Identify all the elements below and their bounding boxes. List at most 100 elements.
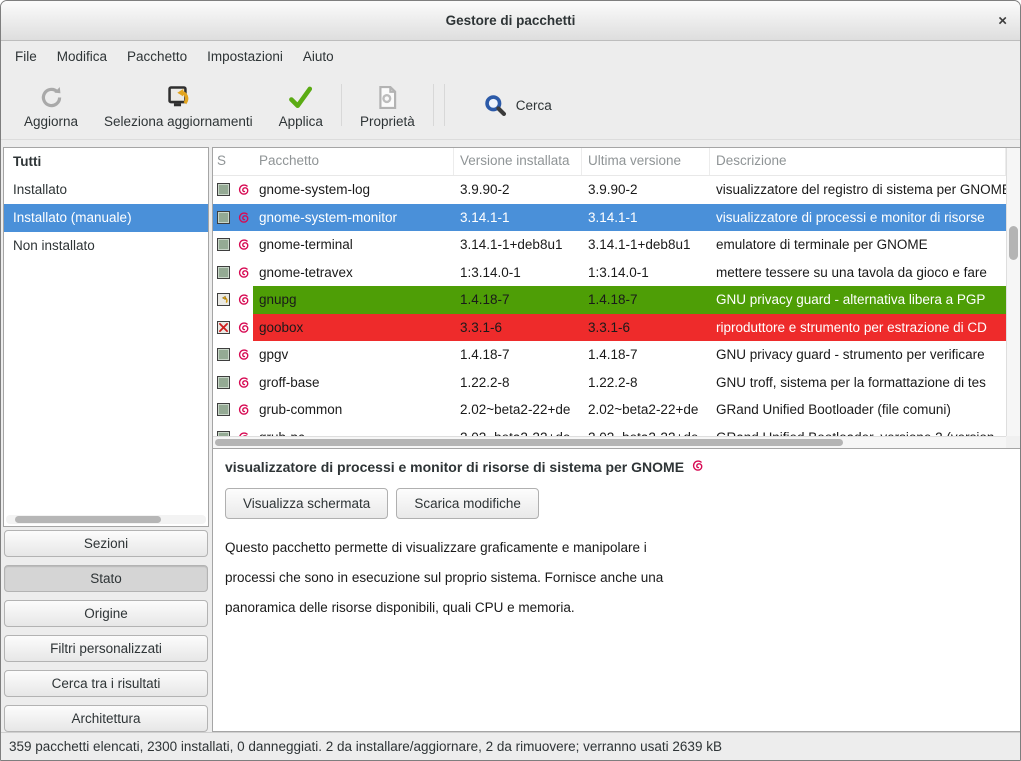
download-changelog-button[interactable]: Scarica modifiche	[396, 488, 539, 519]
package-row-gnupg[interactable]: gnupg1.4.18-71.4.18-7GNU privacy guard -…	[213, 286, 1006, 314]
swirl-cell	[234, 204, 253, 232]
installed-box-icon	[217, 266, 230, 279]
latest-version: 1.22.2-8	[582, 369, 710, 397]
package-name: gnome-system-log	[253, 176, 454, 204]
status-cell	[213, 286, 234, 314]
filter-button-origine[interactable]: Origine	[4, 600, 208, 627]
toolbar-button-applica[interactable]: Applica	[266, 77, 336, 133]
installed-box-icon	[217, 348, 230, 361]
filter-item-installato-manuale[interactable]: Installato (manuale)	[4, 204, 208, 232]
toolbar-separator	[433, 84, 434, 126]
swirl-cell	[234, 396, 253, 424]
latest-version: 2.02~beta2-22+de	[582, 396, 710, 424]
package-description: GNU privacy guard - strumento per verifi…	[710, 341, 1006, 369]
toolbar-button-aggiorna[interactable]: Aggiorna	[11, 77, 91, 133]
filter-button-stato[interactable]: Stato	[4, 565, 208, 592]
package-row-gnome-system-monitor[interactable]: gnome-system-monitor3.14.1-13.14.1-1visu…	[213, 204, 1006, 232]
description-line: processi che sono in esecuzione sul prop…	[225, 563, 1008, 593]
filter-button-sezioni[interactable]: Sezioni	[4, 530, 208, 557]
toolbar-button-label: Aggiorna	[24, 114, 78, 129]
table-vscrollbar[interactable]	[1006, 148, 1020, 436]
toolbar-separator	[444, 84, 445, 126]
scrollbar-corner	[1006, 436, 1020, 448]
package-description: GNU troff, sistema per la formattazione …	[710, 369, 1006, 397]
toolbar-button-label: Applica	[279, 114, 323, 129]
close-icon[interactable]: ×	[998, 13, 1007, 28]
sidebar: TuttiInstallatoInstallato (manuale)Non i…	[1, 147, 209, 732]
package-row-gpgv[interactable]: gpgv1.4.18-71.4.18-7GNU privacy guard - …	[213, 341, 1006, 369]
column-header-ultima-versione[interactable]: Ultima versione	[582, 148, 710, 175]
latest-version: 3.9.90-2	[582, 176, 710, 204]
debian-swirl-icon	[237, 348, 250, 361]
package-name: gnome-tetravex	[253, 259, 454, 287]
package-name: gnome-system-monitor	[253, 204, 454, 232]
column-header-versione-installata[interactable]: Versione installata	[454, 148, 582, 175]
package-row-groff-base[interactable]: groff-base1.22.2-81.22.2-8GNU troff, sis…	[213, 369, 1006, 397]
installed-box-icon	[217, 238, 230, 251]
package-row-gnome-tetravex[interactable]: gnome-tetravex1:3.14.0-11:3.14.0-1metter…	[213, 259, 1006, 287]
installed-version: 3.14.1-1	[454, 204, 582, 232]
debian-swirl-icon	[237, 183, 250, 196]
remove-x-icon	[217, 321, 230, 334]
swirl-cell	[234, 341, 253, 369]
toolbar-button-cerca[interactable]: Cerca	[470, 89, 565, 122]
package-name: gnupg	[253, 286, 454, 314]
menu-item-pacchetto[interactable]: Pacchetto	[117, 44, 197, 69]
installed-version: 3.3.1-6	[454, 314, 582, 342]
toolbar-button-seleziona-aggiornamenti[interactable]: Seleziona aggiornamenti	[91, 77, 266, 133]
view-screenshot-button[interactable]: Visualizza schermata	[225, 488, 388, 519]
menu-item-aiuto[interactable]: Aiuto	[293, 44, 344, 69]
status-cell	[213, 259, 234, 287]
package-table: S PacchettoVersione installataUltima vers…	[212, 147, 1020, 449]
toolbar-button-propriet[interactable]: Proprietà	[347, 77, 428, 133]
filter-button-architettura[interactable]: Architettura	[4, 705, 208, 732]
titlebar[interactable]: Gestore di pacchetti ×	[1, 1, 1020, 41]
package-description: GNU privacy guard - alternativa libera a…	[710, 286, 1006, 314]
status-cell	[213, 314, 234, 342]
menubar: FileModificaPacchettoImpostazioniAiuto	[1, 41, 1020, 71]
table-hscrollbar[interactable]	[213, 436, 1006, 448]
description-line: Questo pacchetto permette di visualizzar…	[225, 533, 1008, 563]
package-row-grub-common[interactable]: grub-common2.02~beta2-22+de2.02~beta2-22…	[213, 396, 1006, 424]
table-header-row: S PacchettoVersione installataUltima vers…	[213, 148, 1006, 176]
installed-version: 1.22.2-8	[454, 369, 582, 397]
filter-item-tutti[interactable]: Tutti	[4, 148, 208, 176]
apply-check-icon	[287, 81, 314, 111]
status-cell	[213, 231, 234, 259]
column-header-pacchetto[interactable]: Pacchetto	[253, 148, 454, 175]
window-title: Gestore di pacchetti	[446, 13, 576, 28]
status-text: 359 pacchetti elencati, 2300 installati,…	[9, 739, 722, 754]
table-vscrollbar-thumb[interactable]	[1009, 226, 1018, 260]
latest-version: 1:3.14.0-1	[582, 259, 710, 287]
menu-item-file[interactable]: File	[5, 44, 47, 69]
package-row-goobox[interactable]: goobox3.3.1-63.3.1-6riproduttore e strum…	[213, 314, 1006, 342]
package-row-gnome-terminal[interactable]: gnome-terminal3.14.1-1+deb8u13.14.1-1+de…	[213, 231, 1006, 259]
package-description: visualizzatore del registro di sistema p…	[710, 176, 1006, 204]
installed-version: 3.14.1-1+deb8u1	[454, 231, 582, 259]
toolbar-button-label: Seleziona aggiornamenti	[104, 114, 253, 129]
properties-icon	[374, 81, 401, 111]
swirl-cell	[234, 259, 253, 287]
package-manager-window: Gestore di pacchetti × FileModificaPacch…	[0, 0, 1021, 761]
table-hscrollbar-thumb[interactable]	[215, 439, 843, 446]
filter-list-hscrollbar-thumb[interactable]	[15, 516, 161, 523]
toolbar-button-label: Cerca	[516, 98, 552, 113]
filter-item-installato[interactable]: Installato	[4, 176, 208, 204]
column-header-descrizione[interactable]: Descrizione	[710, 148, 1006, 175]
status-cell	[213, 396, 234, 424]
package-row-gnome-system-log[interactable]: gnome-system-log3.9.90-23.9.90-2visualiz…	[213, 176, 1006, 204]
filter-button-cerca-tra-i-risultati[interactable]: Cerca tra i risultati	[4, 670, 208, 697]
package-description: mettere tessere su una tavola da gioco e…	[710, 259, 1006, 287]
column-header-s[interactable]: S	[213, 148, 234, 175]
status-cell	[213, 341, 234, 369]
status-cell	[213, 204, 234, 232]
main-area: TuttiInstallatoInstallato (manuale)Non i…	[1, 140, 1020, 732]
filter-list-hscrollbar[interactable]	[6, 515, 206, 524]
filter-button-filtri-personalizzati[interactable]: Filtri personalizzati	[4, 635, 208, 662]
menu-item-impostazioni[interactable]: Impostazioni	[197, 44, 293, 69]
debian-swirl-icon	[237, 238, 250, 251]
menu-item-modifica[interactable]: Modifica	[47, 44, 117, 69]
installed-version: 1.4.18-7	[454, 286, 582, 314]
column-header-swirl[interactable]	[234, 148, 253, 175]
filter-item-non-installato[interactable]: Non installato	[4, 232, 208, 260]
